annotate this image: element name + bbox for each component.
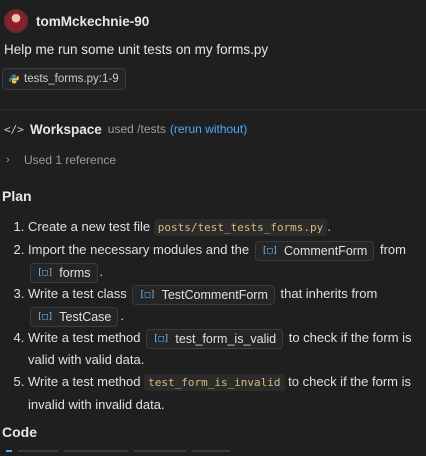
plan-step-1: Create a new test file posts/test_tests_… [28, 216, 418, 239]
plan-step-4: Write a test method [□]test_form_is_vali… [28, 327, 418, 371]
chevron-right-icon: › [6, 154, 10, 166]
plan-step-3: Write a test class [□]TestCommentForm th… [28, 283, 418, 327]
python-file-icon [9, 74, 19, 84]
symbol-chip-testcase[interactable]: [□] TestCase [30, 306, 119, 327]
workspace-name: Workspace [30, 121, 102, 137]
workspace-used-command: used /tests [107, 122, 166, 136]
symbol-chip-forms[interactable]: [□] forms [30, 262, 98, 283]
user-prompt: Help me run some unit tests on my forms.… [4, 42, 269, 57]
symbol-class-icon: [□] [153, 333, 170, 344]
username: tomMckechnie-90 [36, 13, 150, 29]
symbol-class-icon: [□] [261, 245, 278, 256]
user-avatar [4, 9, 28, 33]
used-references-label: Used 1 reference [24, 153, 117, 167]
symbol-class-icon: [□] [139, 289, 156, 300]
used-references-toggle[interactable]: › Used 1 reference [6, 153, 426, 167]
rerun-without-link[interactable]: (rerun without) [170, 122, 247, 136]
truncated-content [6, 450, 306, 456]
inline-code-method: test_form_is_invalid [144, 374, 285, 391]
chat-user-header: tomMckechnie-90 [4, 8, 426, 34]
plan-list: Create a new test file posts/test_tests_… [0, 216, 418, 416]
plan-step-2: Import the necessary modules and the [□]… [28, 239, 418, 283]
symbol-chip-testcommentform[interactable]: [□] TestCommentForm [132, 284, 275, 305]
reference-chip[interactable]: tests_forms.py:1-9 [2, 68, 126, 90]
inline-code-file: posts/test_tests_forms.py [153, 219, 328, 236]
symbol-chip-test-form-is-valid[interactable]: [□] test_form_is_valid [146, 328, 284, 349]
symbol-class-icon: [□] [37, 311, 54, 322]
symbol-chip-commentform[interactable]: [□] CommentForm [254, 240, 375, 261]
code-brackets-icon: </> [4, 122, 24, 136]
reference-chip-label: tests_forms.py:1-9 [24, 73, 119, 85]
symbol-class-icon: [□] [37, 267, 54, 278]
code-heading: Code [2, 424, 37, 440]
divider [0, 109, 426, 110]
plan-step-5: Write a test method test_form_is_invalid… [28, 371, 418, 416]
plan-heading: Plan [2, 188, 32, 204]
workspace-header: </> Workspace used /tests (rerun without… [4, 120, 426, 138]
